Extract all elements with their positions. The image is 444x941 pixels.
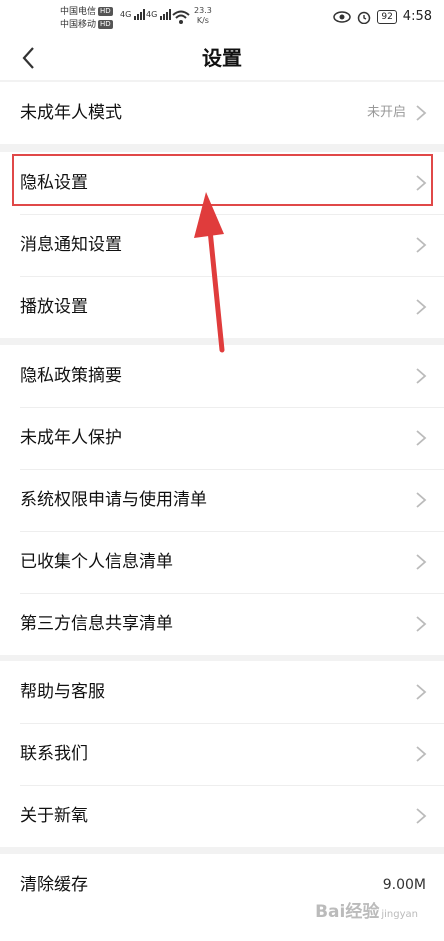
settings-group-general: 隐私设置 消息通知设置 播放设置 — [0, 152, 444, 338]
settings-item-label: 联系我们 — [20, 744, 88, 764]
header: 设置 — [0, 36, 444, 80]
settings-item-label: 关于新氧 — [20, 806, 88, 826]
settings-group-support: 帮助与客服 联系我们 关于新氧 — [0, 661, 444, 847]
settings-item-label: 系统权限申请与使用清单 — [20, 490, 207, 510]
status-bar: 中国电信 HD 中国移动 HD 4G 4G 23.3 K/s 92 4:58 — [0, 0, 444, 36]
settings-item-label: 播放设置 — [20, 297, 88, 317]
chevron-right-icon — [416, 554, 427, 570]
settings-item-label: 已收集个人信息清单 — [20, 552, 173, 572]
chevron-right-icon — [416, 237, 427, 253]
clock: 4:58 — [402, 9, 432, 24]
hd-badge: HD — [98, 20, 113, 29]
settings-item-playback[interactable]: 播放设置 — [0, 276, 444, 338]
settings-group-policy: 隐私政策摘要 未成年人保护 系统权限申请与使用清单 已收集个人信息清单 第三方信… — [0, 345, 444, 655]
network-speed: 23.3 K/s — [194, 6, 212, 25]
wifi-icon — [172, 10, 190, 24]
settings-item-permissions-list[interactable]: 系统权限申请与使用清单 — [0, 469, 444, 531]
watermark: Bai经验 jingyan — [315, 902, 418, 922]
settings-item-privacy[interactable]: 隐私设置 — [0, 152, 444, 214]
alarm-icon — [358, 11, 371, 24]
chevron-right-icon — [416, 616, 427, 632]
settings-item-about[interactable]: 关于新氧 — [0, 785, 444, 847]
chevron-right-icon — [416, 684, 427, 700]
carrier-info: 中国电信 HD 中国移动 HD — [60, 6, 113, 32]
page-title: 设置 — [202, 46, 242, 70]
eye-icon — [333, 10, 352, 23]
settings-item-contact[interactable]: 联系我们 — [0, 723, 444, 785]
settings-item-notifications[interactable]: 消息通知设置 — [0, 214, 444, 276]
settings-item-label: 未成年人模式 — [20, 103, 122, 123]
chevron-right-icon — [416, 175, 427, 191]
carrier-2: 中国移动 — [60, 20, 97, 30]
settings-item-label: 隐私设置 — [20, 173, 88, 193]
settings-group-minor: 未成年人模式 未开启 — [0, 82, 444, 144]
settings-item-help[interactable]: 帮助与客服 — [0, 661, 444, 723]
chevron-right-icon — [416, 430, 427, 446]
status-right: 92 4:58 — [333, 9, 432, 24]
signal-icon: 4G — [120, 9, 146, 20]
settings-item-label: 消息通知设置 — [20, 235, 122, 255]
settings-item-third-party-sharing[interactable]: 第三方信息共享清单 — [0, 593, 444, 655]
chevron-right-icon — [416, 105, 427, 121]
settings-item-privacy-summary[interactable]: 隐私政策摘要 — [0, 345, 444, 407]
settings-item-value: 未开启 — [366, 105, 406, 120]
settings-item-label: 隐私政策摘要 — [20, 366, 122, 386]
signal-icon: 4G — [146, 9, 172, 20]
carrier-1: 中国电信 — [60, 7, 97, 17]
settings-item-label: 帮助与客服 — [20, 682, 105, 702]
chevron-right-icon — [416, 746, 427, 762]
chevron-right-icon — [416, 492, 427, 508]
chevron-right-icon — [416, 299, 427, 315]
settings-item-collected-info-list[interactable]: 已收集个人信息清单 — [0, 531, 444, 593]
chevron-right-icon — [416, 808, 427, 824]
settings-item-label: 第三方信息共享清单 — [20, 614, 173, 634]
settings-item-label: 未成年人保护 — [20, 428, 122, 448]
chevron-right-icon — [416, 368, 427, 384]
settings-item-minor-protection[interactable]: 未成年人保护 — [0, 407, 444, 469]
hd-badge: HD — [98, 7, 113, 16]
settings-item-minor-mode[interactable]: 未成年人模式 未开启 — [0, 82, 444, 144]
battery-icon: 92 — [377, 9, 397, 24]
settings-item-label: 清除缓存 — [20, 875, 88, 895]
